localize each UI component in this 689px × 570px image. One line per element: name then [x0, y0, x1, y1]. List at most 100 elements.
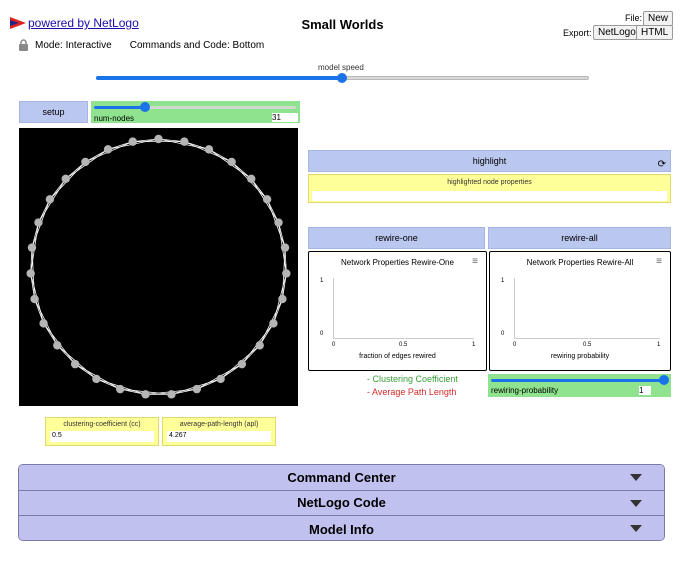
num-nodes-label: num-nodes	[94, 114, 135, 123]
x-tick-label: 1	[472, 342, 476, 348]
network-node[interactable]	[103, 145, 113, 154]
network-node[interactable]	[26, 269, 35, 278]
average-path-length-monitor: average-path-length (apl) 4.267	[162, 417, 276, 446]
network-node[interactable]	[216, 374, 225, 384]
x-axis	[514, 338, 660, 339]
network-node[interactable]	[39, 319, 48, 328]
cc-label: clustering-coefficient (cc)	[63, 421, 141, 428]
netlogo-code-label: NetLogo Code	[297, 495, 386, 511]
network-node[interactable]	[280, 243, 290, 252]
rewire-one-button[interactable]: rewire-one	[308, 227, 485, 249]
network-node[interactable]	[278, 294, 287, 304]
network-graph	[26, 134, 291, 399]
plot-legend: - Clustering Coefficient - Average Path …	[367, 373, 458, 399]
highlight-label: highlight	[472, 156, 507, 166]
network-node[interactable]	[34, 218, 43, 227]
network-node[interactable]	[282, 269, 291, 278]
network-node[interactable]	[274, 218, 283, 227]
num-nodes-slider[interactable]: num-nodes 31	[91, 101, 300, 123]
rewiring-probability-track[interactable]	[491, 379, 666, 382]
x-tick-label: 0	[513, 342, 517, 348]
x-tick-label: 0	[332, 342, 336, 348]
setup-button[interactable]: setup	[19, 101, 88, 123]
cc-value: 0.5	[50, 431, 154, 442]
hamburger-menu-icon[interactable]: ≡	[472, 256, 478, 267]
network-node[interactable]	[92, 374, 101, 384]
x-tick-label: 1	[657, 342, 661, 348]
rewiring-probability-thumb[interactable]	[659, 375, 669, 385]
model-info-label: Model Info	[309, 521, 374, 537]
powered-by-link[interactable]: powered by NetLogo	[28, 16, 139, 30]
command-center-label: Command Center	[287, 469, 396, 485]
network-node[interactable]	[53, 341, 62, 350]
apl-label: average-path-length (apl)	[179, 421, 259, 428]
num-nodes-value[interactable]: 31	[272, 113, 298, 122]
clustering-coefficient-monitor: clustering-coefficient (cc) 0.5	[45, 417, 159, 446]
network-node[interactable]	[70, 359, 80, 369]
x-axis-label: fraction of edges rewired	[359, 353, 436, 360]
network-node[interactable]	[204, 145, 214, 154]
refresh-icon: ⟳	[657, 159, 666, 170]
chevron-down-icon	[630, 525, 642, 533]
y-tick-label: 0	[501, 331, 505, 337]
highlighted-node-properties-monitor: highlighted node properties	[308, 174, 671, 203]
num-nodes-thumb[interactable]	[140, 102, 150, 112]
export-html-button[interactable]: HTML	[636, 25, 674, 40]
num-nodes-fill	[94, 106, 146, 109]
network-node[interactable]	[247, 174, 256, 184]
mode-bar: Mode: Interactive Commands and Code: Bot…	[18, 39, 264, 51]
highlighted-props-label: highlighted node properties	[447, 179, 532, 186]
rewiring-probability-label: rewiring-probability	[491, 386, 559, 395]
network-node[interactable]	[30, 294, 39, 304]
export-netlogo-button[interactable]: NetLogo	[593, 25, 641, 40]
chevron-down-icon	[630, 474, 642, 481]
network-node[interactable]	[45, 195, 55, 204]
y-axis	[514, 278, 515, 338]
y-tick-label: 1	[320, 278, 324, 284]
model-speed-label: model speed	[318, 63, 364, 72]
commands-position-text: Commands and Code: Bottom	[129, 39, 265, 51]
world-view[interactable]	[19, 128, 298, 406]
plot-title: Network Properties Rewire-All	[526, 258, 634, 267]
hamburger-menu-icon[interactable]: ≡	[656, 256, 662, 267]
model-info-tab[interactable]: Model Info	[19, 516, 664, 540]
powered-by-netlogo[interactable]: powered by NetLogo	[10, 16, 139, 30]
x-tick-label: 0.5	[399, 342, 408, 348]
model-speed-thumb[interactable]	[337, 73, 347, 83]
network-node[interactable]	[115, 384, 125, 394]
bottom-accordion: Command Center NetLogo Code Model Info	[18, 464, 665, 541]
netlogo-code-tab[interactable]: NetLogo Code	[19, 490, 664, 517]
network-node[interactable]	[61, 174, 70, 184]
network-node[interactable]	[262, 195, 272, 204]
apl-value: 4.267	[167, 431, 271, 442]
network-node[interactable]	[81, 157, 90, 167]
network-node[interactable]	[154, 134, 163, 144]
network-node[interactable]	[192, 384, 202, 394]
rewiring-probability-value[interactable]: 1	[639, 386, 651, 395]
network-node[interactable]	[27, 243, 37, 252]
network-node[interactable]	[167, 390, 176, 399]
network-node[interactable]	[269, 319, 278, 328]
x-axis-label: rewiring probability	[550, 353, 610, 360]
legend-average-path-length: - Average Path Length	[367, 387, 457, 397]
rewire-all-button[interactable]: rewire-all	[488, 227, 671, 249]
rewiring-probability-slider[interactable]: rewiring-probability 1	[488, 374, 671, 397]
export-label: Export:	[563, 28, 592, 38]
plot-rewire-all[interactable]: Network Properties Rewire-All ≡ 1 0 0 0.…	[489, 251, 671, 371]
network-node[interactable]	[227, 157, 236, 167]
command-center-tab[interactable]: Command Center	[19, 465, 664, 491]
y-tick-label: 0	[320, 331, 324, 337]
plot-rewire-one[interactable]: Network Properties Rewire-One ≡ 1 0 0 0.…	[308, 251, 487, 371]
chevron-down-icon	[630, 499, 642, 507]
highlight-button[interactable]: highlight ⟳	[308, 150, 671, 172]
file-label: File:	[625, 13, 643, 23]
network-node[interactable]	[237, 359, 247, 369]
network-node[interactable]	[255, 341, 264, 350]
x-axis	[333, 338, 474, 339]
mode-text: Mode: Interactive	[35, 39, 112, 51]
new-button[interactable]: New	[643, 11, 674, 26]
network-node[interactable]	[180, 137, 189, 146]
netlogo-logo-icon	[10, 17, 26, 29]
network-node[interactable]	[141, 390, 150, 399]
network-node[interactable]	[128, 137, 137, 146]
